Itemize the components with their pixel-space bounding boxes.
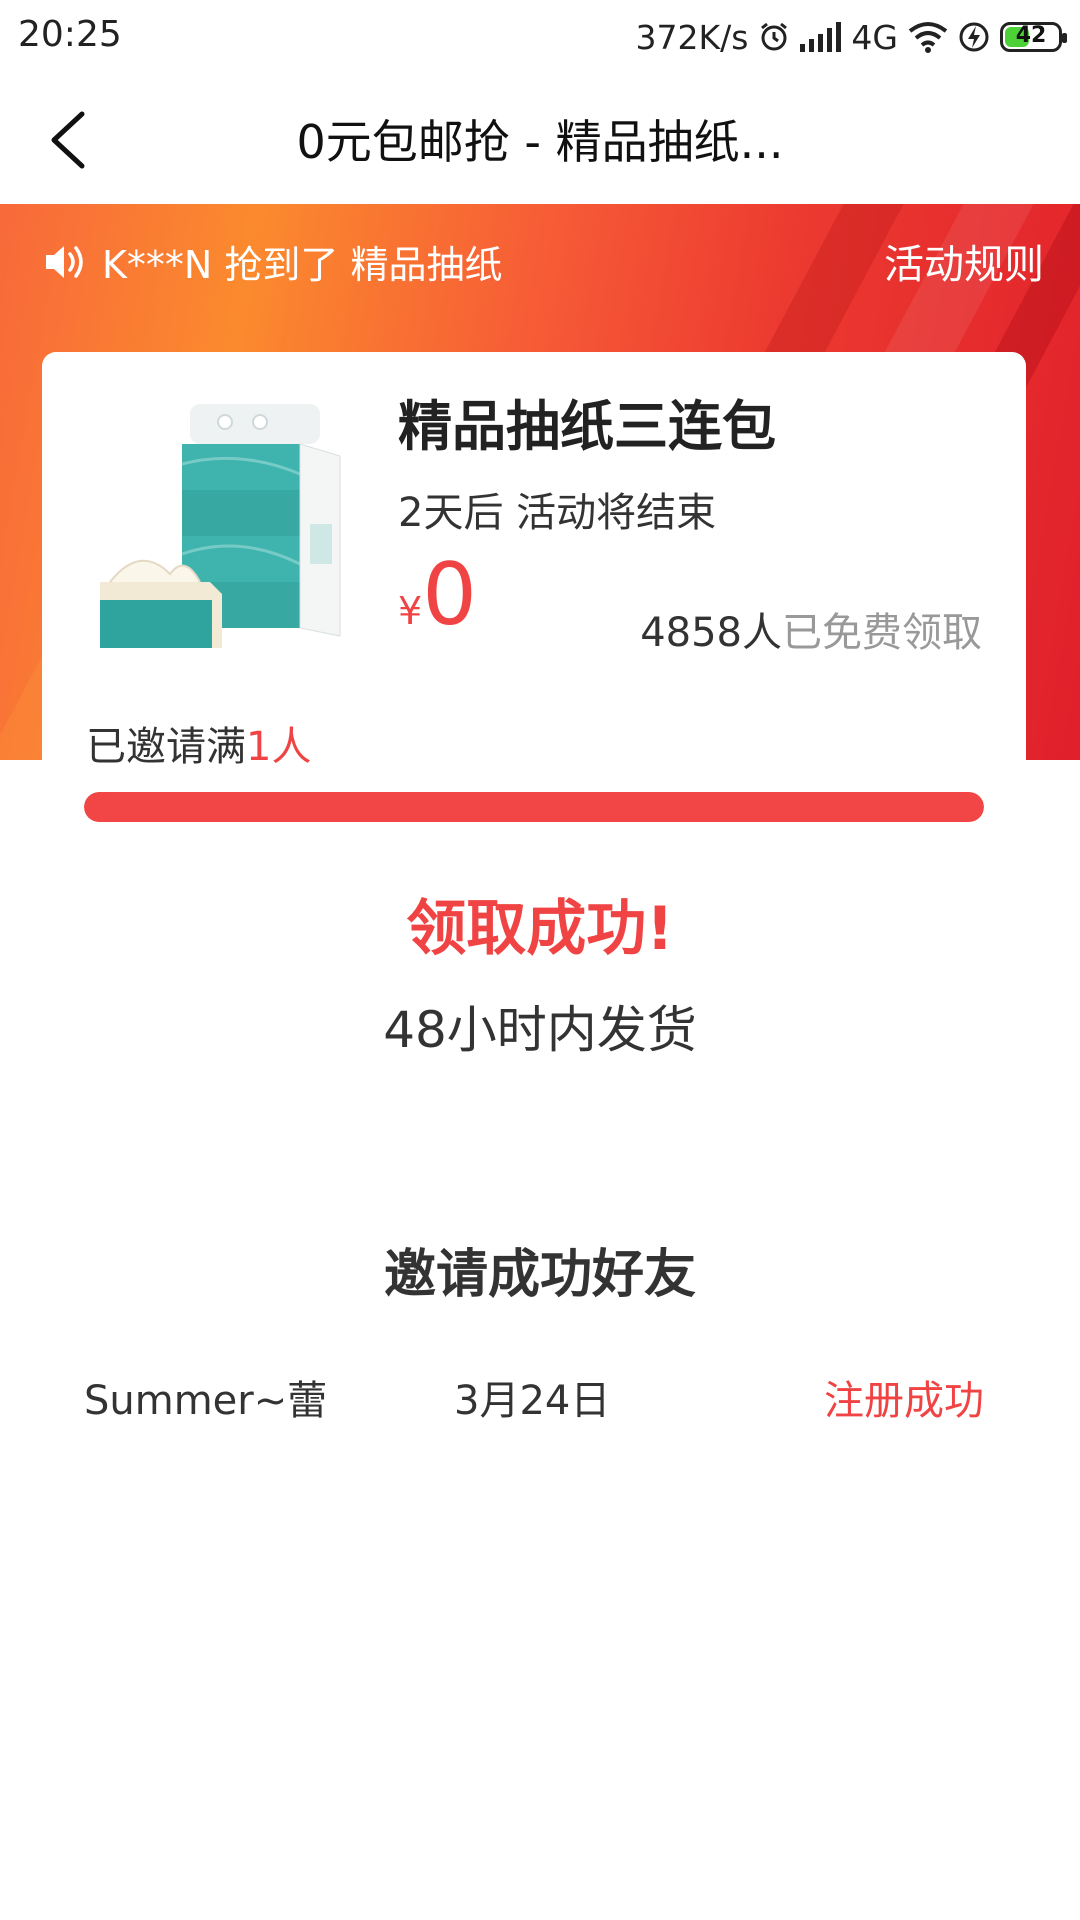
invite-count: 1人 [246, 724, 312, 770]
back-button[interactable] [30, 98, 114, 182]
status-time: 20:25 [18, 14, 122, 55]
invite-status: 已邀请满1人 [86, 714, 311, 772]
battery-level: 42 [1015, 23, 1047, 48]
claim-ticker: K***N 抢到了 精品抽纸 [44, 234, 503, 289]
net-speed: 372K/s [635, 17, 749, 57]
shipping-note: 48小时内发货 [383, 1001, 697, 1059]
activity-countdown: 2天后 活动将结束 [398, 490, 717, 536]
status-bar: 20:25 372K/s 4G 42 [0, 0, 1080, 76]
invite-progress-bar [84, 792, 984, 822]
claimed-count: 4858人 [640, 610, 782, 656]
price-value: 0 [422, 545, 477, 645]
price: ¥0 [398, 552, 477, 638]
invited-friends-title: 邀请成功好友 [383, 1245, 696, 1305]
alarm-icon [761, 22, 788, 51]
friend-row: Summer~蕾 3月24日 注册成功 [84, 1368, 984, 1428]
activity-rules-link[interactable]: 活动规则 [884, 232, 1044, 290]
friend-status: 注册成功 [824, 1378, 984, 1424]
battery-icon: 42 [1000, 22, 1067, 52]
success-title: 领取成功! [406, 894, 674, 964]
status-icons: 372K/s 4G 42 [635, 14, 1067, 60]
tissue-pack-image [100, 404, 341, 648]
speaker-icon [46, 245, 83, 278]
price-currency: ¥ [398, 589, 423, 633]
page-title: 0元包邮抢 - 精品抽纸... [296, 115, 784, 169]
network-type: 4G [851, 17, 898, 57]
claimed-label: 已免费领取 [782, 610, 982, 656]
nav-header: 0元包邮抢 - 精品抽纸... [0, 76, 1080, 204]
invite-progress-fill [84, 792, 984, 822]
invite-prefix: 已邀请满 [86, 724, 246, 770]
ticker-text: K***N 抢到了 精品抽纸 [102, 243, 503, 287]
chevron-left-icon [51, 111, 85, 169]
claimed-stat: 4858人已免费领取 [640, 600, 982, 658]
friend-name: Summer~蕾 [84, 1378, 328, 1424]
signal-icon [800, 22, 842, 52]
friend-date: 3月24日 [454, 1378, 611, 1424]
product-card[interactable]: 精品抽纸三连包 2天后 活动将结束 ¥0 4858人已免费领取 已邀请满1人 [42, 352, 1026, 802]
charging-icon [959, 22, 989, 52]
wifi-icon [908, 22, 948, 53]
product-title: 精品抽纸三连包 [398, 395, 776, 458]
